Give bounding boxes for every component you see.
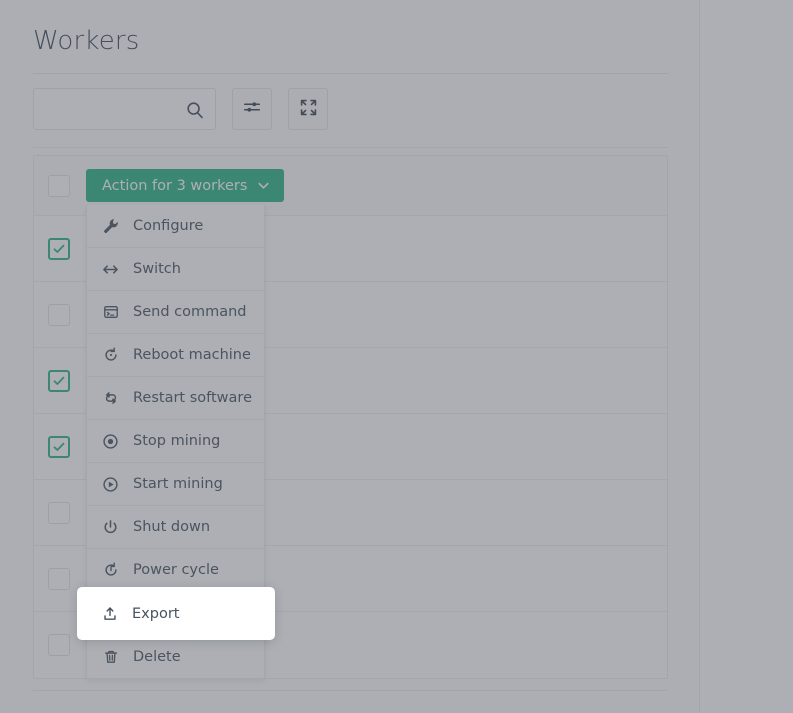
menu-item-restart-software[interactable]: Restart software bbox=[87, 377, 264, 420]
action-dropdown-button[interactable]: Action for 3 workers bbox=[86, 169, 285, 202]
menu-item-label: Reboot machine bbox=[133, 347, 251, 363]
menu-item-label: Configure bbox=[133, 218, 204, 234]
select-all-cell[interactable] bbox=[34, 174, 84, 197]
chevron-down-icon bbox=[256, 178, 271, 193]
stop-circle-icon bbox=[102, 433, 119, 450]
row-checkbox[interactable] bbox=[48, 435, 70, 458]
row-checkbox[interactable] bbox=[48, 501, 70, 524]
menu-item-delete[interactable]: Delete bbox=[87, 635, 264, 678]
menu-item-label: Restart software bbox=[133, 390, 252, 406]
arrows-horizontal-icon bbox=[102, 261, 119, 278]
row-checkbox[interactable] bbox=[48, 634, 70, 656]
search-input[interactable] bbox=[44, 89, 198, 131]
row-checkbox[interactable] bbox=[48, 303, 70, 326]
page-title: Workers bbox=[33, 26, 140, 56]
action-button-label: Action for 3 workers bbox=[102, 177, 248, 194]
row-select-cell[interactable] bbox=[34, 435, 84, 458]
search-box[interactable] bbox=[33, 88, 216, 131]
row-select-cell[interactable] bbox=[34, 501, 84, 524]
trash-icon bbox=[102, 648, 119, 665]
menu-item-switch[interactable]: Switch bbox=[87, 248, 264, 291]
row-select-cell[interactable] bbox=[34, 303, 84, 326]
menu-item-label: Stop mining bbox=[133, 433, 221, 449]
reload-icon bbox=[102, 347, 119, 364]
row-checkbox[interactable] bbox=[48, 237, 70, 260]
menu-item-stop-mining[interactable]: Stop mining bbox=[87, 420, 264, 463]
upload-icon bbox=[101, 605, 118, 622]
refresh-icon bbox=[102, 390, 119, 407]
fullscreen-icon bbox=[299, 98, 318, 121]
power-icon bbox=[102, 519, 119, 536]
menu-item-label: Export bbox=[132, 605, 180, 622]
menu-item-reboot-machine[interactable]: Reboot machine bbox=[87, 334, 264, 377]
fullscreen-button[interactable] bbox=[288, 88, 328, 130]
menu-item-label: Shut down bbox=[133, 519, 211, 535]
wrench-icon bbox=[102, 218, 119, 235]
menu-item-label: Power cycle bbox=[133, 562, 219, 578]
bottom-divider bbox=[33, 690, 668, 691]
power-cycle-icon bbox=[102, 562, 119, 579]
play-circle-icon bbox=[102, 476, 119, 493]
menu-item-configure[interactable]: Configure bbox=[87, 205, 264, 248]
row-checkbox[interactable] bbox=[48, 369, 70, 392]
menu-item-label: Send command bbox=[133, 304, 247, 320]
row-select-cell[interactable] bbox=[34, 567, 84, 590]
title-divider bbox=[33, 73, 668, 74]
menu-item-power-cycle[interactable]: Power cycle bbox=[87, 549, 264, 592]
row-select-cell[interactable] bbox=[34, 634, 84, 656]
menu-item-start-mining[interactable]: Start mining bbox=[87, 463, 264, 506]
filter-button[interactable] bbox=[232, 88, 272, 130]
menu-item-shut-down[interactable]: Shut down bbox=[87, 506, 264, 549]
terminal-window-icon bbox=[102, 304, 119, 321]
check-icon bbox=[53, 376, 65, 385]
menu-item-label: Switch bbox=[133, 261, 181, 277]
menu-item-send-command[interactable]: Send command bbox=[87, 291, 264, 334]
row-checkbox[interactable] bbox=[48, 567, 70, 590]
menu-item-export-highlighted[interactable]: Export bbox=[77, 587, 275, 640]
search-icon[interactable] bbox=[185, 100, 205, 120]
menu-item-label: Delete bbox=[133, 648, 181, 665]
row-select-cell[interactable] bbox=[34, 237, 84, 260]
menu-item-label: Start mining bbox=[133, 476, 223, 492]
sliders-icon bbox=[242, 97, 262, 121]
row-select-cell[interactable] bbox=[34, 369, 84, 392]
toolbar-divider bbox=[33, 147, 668, 148]
select-all-checkbox[interactable] bbox=[48, 174, 70, 197]
check-icon bbox=[53, 244, 65, 253]
check-icon bbox=[53, 442, 65, 451]
